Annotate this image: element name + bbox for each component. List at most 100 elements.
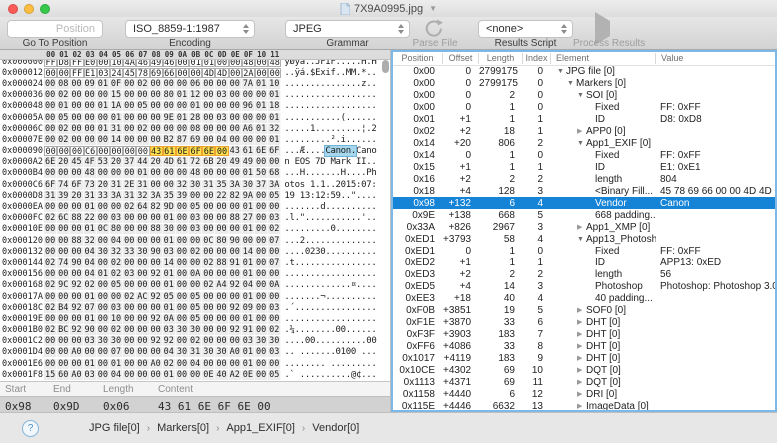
hex-ascii[interactable]: .¼........00...... bbox=[284, 325, 376, 335]
hex-byte[interactable]: 00 bbox=[255, 247, 268, 257]
hex-ascii[interactable]: ÿØÿà..JFIF.....H.H bbox=[284, 60, 376, 67]
hex-byte[interactable]: 00 bbox=[97, 90, 110, 100]
disclosure-triangle-icon[interactable]: ▼ bbox=[577, 92, 586, 99]
hex-byte[interactable]: 09 bbox=[84, 79, 97, 89]
hex-byte[interactable]: 00 bbox=[44, 347, 57, 357]
hex-byte[interactable]: 02 bbox=[136, 79, 149, 89]
hex-byte[interactable]: 00 bbox=[255, 280, 268, 290]
tree-row[interactable]: 0x14010FixedFF: 0xFF bbox=[393, 150, 775, 162]
hex-byte[interactable]: 02 bbox=[110, 325, 123, 335]
hex-byte[interactable]: 05 bbox=[189, 303, 202, 313]
hex-byte[interactable]: 01 bbox=[163, 370, 176, 380]
hex-byte[interactable]: 30 bbox=[215, 347, 228, 357]
hex-byte[interactable]: 00 bbox=[97, 370, 110, 380]
hex-byte[interactable]: 01 bbox=[84, 202, 97, 212]
hex-byte[interactable]: 06 bbox=[189, 79, 202, 89]
hex-byte[interactable]: 6B bbox=[202, 157, 215, 167]
hex-byte[interactable]: 00 bbox=[229, 247, 242, 257]
hex-byte[interactable]: 00 bbox=[215, 168, 228, 178]
hex-byte[interactable]: 30 bbox=[202, 347, 215, 357]
hex-byte[interactable]: 00 bbox=[229, 68, 242, 78]
hex-byte[interactable]: 00 bbox=[70, 113, 83, 123]
hex-byte[interactable]: 3A bbox=[110, 191, 123, 201]
hex-byte[interactable]: 30 bbox=[189, 325, 202, 335]
hex-byte[interactable]: 39 bbox=[176, 191, 189, 201]
help-icon[interactable]: ? bbox=[22, 420, 39, 437]
hex-byte[interactable]: 0A bbox=[268, 280, 281, 290]
hex-byte[interactable]: 90 bbox=[229, 236, 242, 246]
hex-byte[interactable]: 00 bbox=[202, 101, 215, 111]
hex-byte[interactable]: 90 bbox=[150, 247, 163, 257]
hex-byte[interactable]: 05 bbox=[189, 292, 202, 302]
hex-byte[interactable]: 37 bbox=[123, 157, 136, 167]
hex-byte[interactable]: 92 bbox=[229, 325, 242, 335]
hex-byte[interactable]: 01 bbox=[110, 113, 123, 123]
hex-byte[interactable]: 00 bbox=[136, 135, 149, 145]
tree-row[interactable]: 0x15+111IDE1: 0xE1 bbox=[393, 162, 775, 174]
hex-byte[interactable]: 00 bbox=[268, 202, 281, 212]
tree-header-offset[interactable]: Offset bbox=[443, 53, 479, 64]
zoom-window-button[interactable] bbox=[40, 4, 50, 14]
hex-byte[interactable]: 24 bbox=[110, 68, 123, 78]
hex-byte[interactable]: 69 bbox=[189, 135, 202, 145]
hex-byte[interactable]: 00 bbox=[123, 101, 136, 111]
hex-byte[interactable]: 01 bbox=[84, 314, 97, 324]
hex-byte[interactable]: 00 bbox=[176, 101, 189, 111]
hex-byte[interactable]: 31 bbox=[110, 124, 123, 134]
hex-byte[interactable]: 00 bbox=[136, 280, 149, 290]
hex-byte[interactable]: 00 bbox=[136, 314, 149, 324]
hex-byte[interactable]: 00 bbox=[202, 314, 215, 324]
hex-byte[interactable]: 00 bbox=[255, 314, 268, 324]
hex-byte[interactable]: 0F bbox=[110, 79, 123, 89]
hex-byte[interactable]: 00 bbox=[163, 168, 176, 178]
hex-byte[interactable]: 04 bbox=[110, 370, 123, 380]
hex-byte[interactable]: 00 bbox=[229, 292, 242, 302]
hex-byte[interactable]: 00 bbox=[215, 124, 228, 134]
tree-row[interactable]: 0x00027991750▼Markers [0] bbox=[393, 78, 775, 90]
hex-byte[interactable]: 20 bbox=[110, 157, 123, 167]
hex-ascii[interactable]: ..ÿá.$Exif..MM.*.. bbox=[284, 68, 376, 78]
hex-byte[interactable]: 22 bbox=[84, 213, 97, 223]
hex-byte[interactable]: 00 bbox=[189, 236, 202, 246]
hex-ascii[interactable]: ...H.......H....Ph bbox=[284, 168, 376, 178]
hex-byte[interactable]: 00 bbox=[97, 168, 110, 178]
hex-byte[interactable]: 02 bbox=[202, 280, 215, 290]
hex-byte[interactable]: 32 bbox=[136, 191, 149, 201]
hex-byte[interactable]: 00 bbox=[176, 224, 189, 234]
hex-byte[interactable]: 00 bbox=[242, 135, 255, 145]
hex-byte[interactable]: 00 bbox=[255, 90, 268, 100]
hex-byte[interactable]: 00 bbox=[255, 191, 268, 201]
hex-byte[interactable]: 02 bbox=[44, 303, 57, 313]
hex-byte[interactable]: 31 bbox=[123, 191, 136, 201]
hex-byte[interactable]: 00 bbox=[97, 280, 110, 290]
hex-byte[interactable]: 01 bbox=[163, 236, 176, 246]
hex-byte[interactable]: 0A bbox=[189, 269, 202, 279]
hex-byte[interactable]: 00 bbox=[123, 258, 136, 268]
hex-byte[interactable]: 01 bbox=[242, 258, 255, 268]
hex-byte[interactable]: 00 bbox=[176, 168, 189, 178]
hex-byte[interactable]: 00 bbox=[57, 269, 70, 279]
hex-byte[interactable]: 00 bbox=[123, 213, 136, 223]
hex-byte[interactable]: 05 bbox=[57, 113, 70, 123]
hex-byte[interactable]: 00 bbox=[255, 213, 268, 223]
process-results-button[interactable] bbox=[591, 19, 613, 38]
hex-byte[interactable]: 00 bbox=[229, 60, 242, 67]
hex-byte[interactable]: 32 bbox=[268, 124, 281, 134]
hex-byte[interactable]: 31 bbox=[136, 180, 149, 190]
hex-byte[interactable]: 02 bbox=[44, 325, 57, 335]
hex-byte[interactable]: 00 bbox=[150, 236, 163, 246]
hex-byte[interactable]: 7A bbox=[242, 79, 255, 89]
hex-byte[interactable]: 00 bbox=[189, 191, 202, 201]
hex-byte[interactable]: 03 bbox=[84, 370, 97, 380]
hex-byte[interactable]: 00 bbox=[150, 347, 163, 357]
breadcrumb-item[interactable]: JPG file[0] bbox=[89, 422, 140, 434]
hex-byte[interactable]: 00 bbox=[268, 292, 281, 302]
hex-byte[interactable]: 20 bbox=[215, 157, 228, 167]
hex-byte[interactable]: 00 bbox=[57, 314, 70, 324]
hex-byte[interactable]: 03 bbox=[268, 303, 281, 313]
hex-ascii[interactable]: ...........(...... bbox=[284, 113, 376, 123]
hex-byte[interactable]: 02 bbox=[57, 135, 70, 145]
hex-byte[interactable]: 05 bbox=[268, 191, 281, 201]
hex-byte[interactable]: A0 bbox=[229, 347, 242, 357]
hex-byte[interactable]: 00 bbox=[110, 292, 123, 302]
